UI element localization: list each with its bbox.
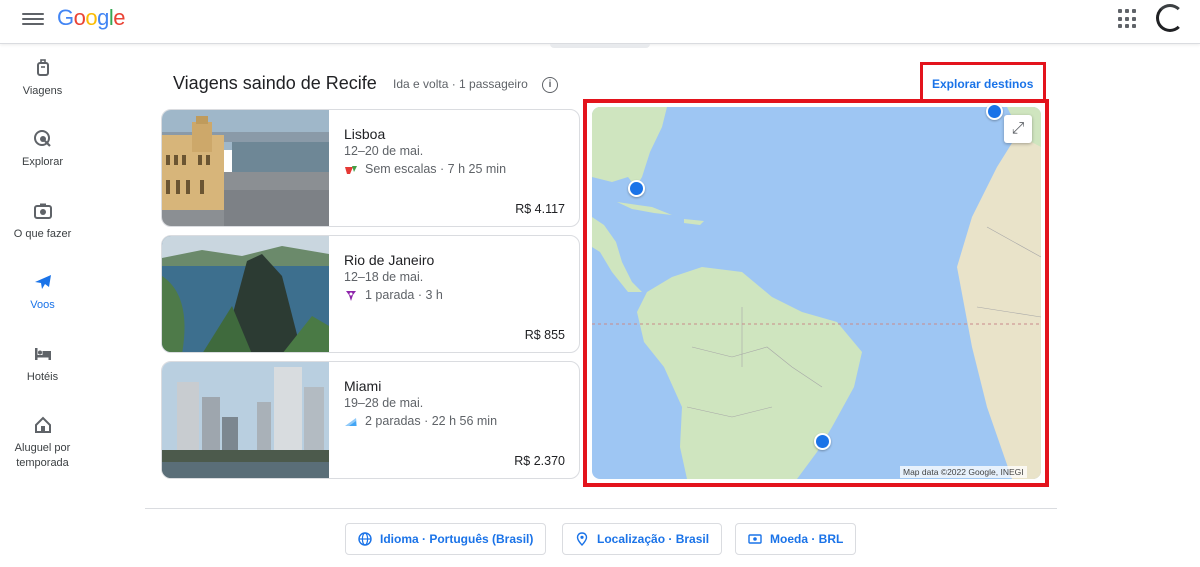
bed-icon xyxy=(34,348,51,360)
trip-stops: 2 paradas · 22 h 56 min xyxy=(365,414,498,428)
sidebar-item-label: Viagens xyxy=(22,85,63,97)
trip-card-lisboa[interactable]: Lisboa 12–20 de mai. Sem escalas · 7 h 2… xyxy=(161,109,580,227)
top-bar: Google xyxy=(0,0,1200,44)
sidebar-item-voos[interactable]: Voos xyxy=(0,272,85,313)
map-pin-lisboa[interactable] xyxy=(986,103,1003,120)
location-pin-icon xyxy=(576,532,588,546)
sidebar-item-label: Explorar xyxy=(22,156,63,168)
trip-destination: Rio de Janeiro xyxy=(344,252,435,268)
google-logo[interactable]: Google xyxy=(57,5,126,31)
trip-dates: 12–20 de mai. xyxy=(344,144,424,158)
trip-dates: 19–28 de mai. xyxy=(344,396,424,410)
sidebar-item-label: Aluguel por temporada xyxy=(14,442,71,469)
house-icon xyxy=(34,416,51,433)
trip-stops: 1 parada · 3 h xyxy=(365,288,443,302)
map-canvas xyxy=(592,107,1041,479)
location-button[interactable]: Localização · Brasil xyxy=(562,523,723,555)
map-pin-miami[interactable] xyxy=(628,180,645,197)
sidebar-item-aluguel[interactable]: Aluguel por temporada xyxy=(0,415,85,471)
currency-label: Moeda · BRL xyxy=(770,532,844,546)
sidebar-item-explorar[interactable]: Explorar xyxy=(0,129,85,170)
trip-card-miami[interactable]: Miami 19–28 de mai. 2 paradas · 22 h 56 … xyxy=(161,361,580,479)
currency-button[interactable]: Moeda · BRL xyxy=(735,523,857,555)
lisboa-photo xyxy=(162,110,329,226)
trip-price: R$ 4.117 xyxy=(515,202,565,216)
sidebar-item-viagens[interactable]: Viagens xyxy=(0,58,85,99)
trip-type-label: Ida e volta · 1 passageiro xyxy=(393,77,528,91)
camera-icon xyxy=(33,203,52,219)
main-menu-button[interactable] xyxy=(22,10,44,30)
rio-photo xyxy=(162,236,329,352)
globe-icon xyxy=(358,532,372,546)
trip-dates: 12–18 de mai. xyxy=(344,270,424,284)
tap-airline-icon xyxy=(345,166,357,174)
sidebar-item-o-que-fazer[interactable]: O que fazer xyxy=(0,201,85,242)
explore-destinations-link[interactable]: Explorar destinos xyxy=(932,77,1033,91)
azul-airline-icon xyxy=(346,291,356,301)
trip-stops: Sem escalas · 7 h 25 min xyxy=(365,162,507,176)
info-icon[interactable]: i xyxy=(542,77,558,93)
header-shadow-tab xyxy=(550,44,650,48)
trip-card-rio[interactable]: Rio de Janeiro 12–18 de mai. 1 parada · … xyxy=(161,235,580,353)
google-apps-icon[interactable] xyxy=(1118,9,1138,29)
multi-airline-icon xyxy=(345,418,357,426)
trip-destination: Lisboa xyxy=(344,126,386,142)
suitcase-icon xyxy=(36,59,49,76)
destinations-map[interactable] xyxy=(592,107,1041,479)
sidebar-item-hoteis[interactable]: Hotéis xyxy=(0,344,85,385)
page-title: Viagens saindo de Recife xyxy=(173,73,377,93)
account-avatar[interactable] xyxy=(1156,4,1184,32)
trip-destination: Miami xyxy=(344,378,382,394)
trip-price: R$ 2.370 xyxy=(514,454,565,468)
sidebar-item-label: Voos xyxy=(30,299,55,311)
map-pin-rio[interactable] xyxy=(814,433,831,450)
location-label: Localização · Brasil xyxy=(597,532,710,546)
language-button[interactable]: Idioma · Português (Brasil) xyxy=(345,523,547,555)
miami-photo xyxy=(162,362,329,478)
map-attribution: Map data ©2022 Google, INEGI xyxy=(900,466,1027,478)
footer-divider xyxy=(145,508,1057,509)
plane-icon xyxy=(34,275,51,289)
sidebar-item-label: Hotéis xyxy=(26,371,59,383)
explore-icon xyxy=(33,130,51,147)
currency-icon xyxy=(748,534,762,544)
language-label: Idioma · Português (Brasil) xyxy=(380,532,534,546)
sidebar-item-label: O que fazer xyxy=(13,228,72,240)
expand-map-icon[interactable]: ⤢ xyxy=(1004,115,1032,143)
trip-price: R$ 855 xyxy=(524,328,565,342)
